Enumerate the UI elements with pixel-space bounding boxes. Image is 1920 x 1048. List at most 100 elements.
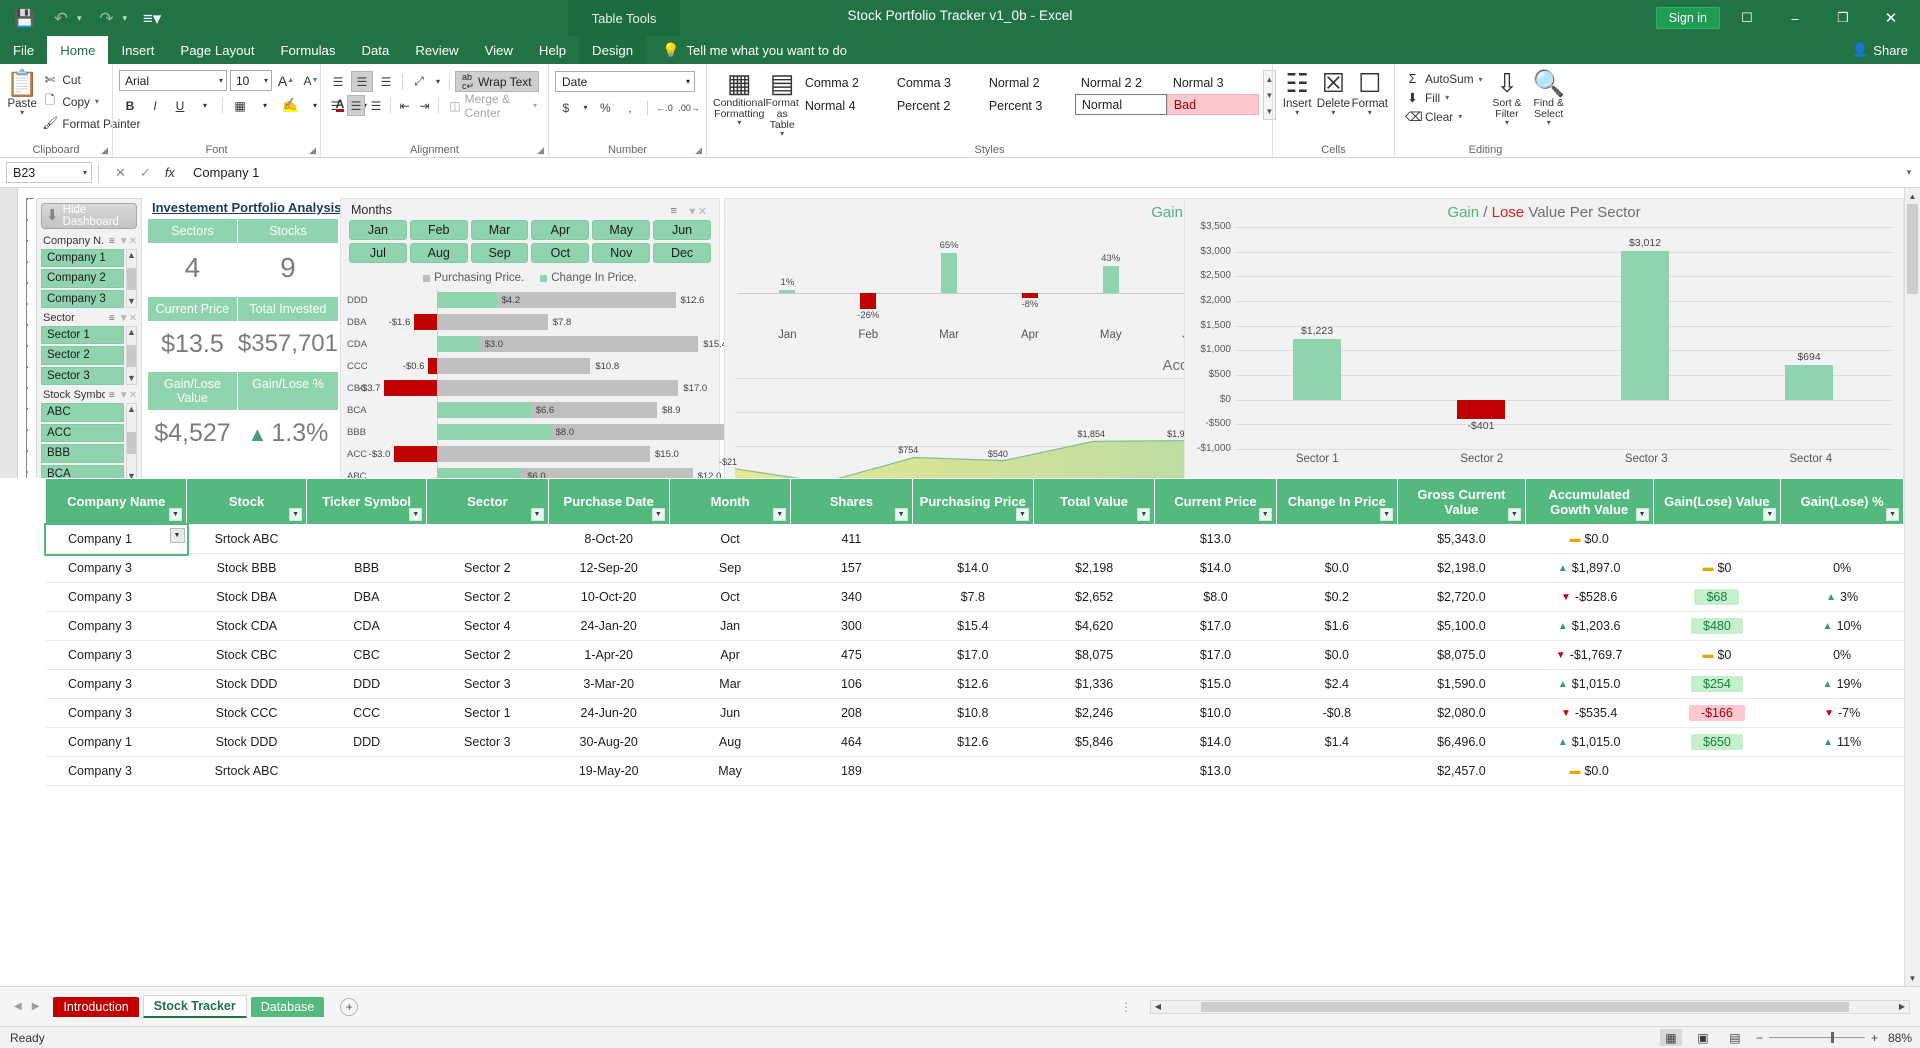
delete-cells-button[interactable]: ☒ Delete ▾: [1315, 67, 1351, 116]
cell-gain-lose-value[interactable]: ▬$0: [1653, 641, 1781, 670]
cell-sector[interactable]: Sector 1: [427, 699, 548, 728]
clear-filter-icon[interactable]: ▼✕: [119, 313, 137, 324]
cell-month[interactable]: Apr: [669, 641, 790, 670]
cell-company-name[interactable]: Company 3: [46, 612, 187, 641]
cell-accumulated-growth[interactable]: ▲$1,015.0: [1525, 728, 1653, 757]
zoom-slider[interactable]: − +: [1756, 1031, 1878, 1045]
autosum-dropdown-icon[interactable]: ▾: [1479, 75, 1483, 84]
month-sep[interactable]: Sep: [471, 243, 529, 263]
tab-data[interactable]: Data: [348, 36, 402, 64]
month-jul[interactable]: Jul: [349, 243, 407, 263]
tab-formulas[interactable]: Formulas: [267, 36, 348, 64]
copy-dropdown-icon[interactable]: ▾: [95, 97, 99, 106]
cell-change-in-price[interactable]: [1276, 757, 1397, 786]
tab-file[interactable]: File: [0, 36, 47, 64]
cell-gain-lose-value[interactable]: -$166: [1653, 699, 1781, 728]
sheet-nav-arrows[interactable]: ◀ ▶: [0, 1001, 53, 1012]
table-column-header[interactable]: Month▼: [669, 479, 790, 525]
clipboard-dialog-launcher[interactable]: ◢: [101, 145, 108, 156]
formula-input[interactable]: Company 1: [185, 162, 1898, 183]
month-aug[interactable]: Aug: [410, 243, 468, 263]
style-normal-selected[interactable]: Normal: [1075, 94, 1167, 115]
filter-dropdown-icon[interactable]: ▼: [1016, 508, 1029, 521]
cell-change-in-price[interactable]: $2.4: [1276, 670, 1397, 699]
table-row[interactable]: Company 3Stock CDACDASector 424-Jan-20Ja…: [0, 612, 1904, 641]
tab-page-layout[interactable]: Page Layout: [167, 36, 267, 64]
cell-change-in-price[interactable]: [1276, 525, 1397, 554]
cell-gross-current-value[interactable]: $8,075.0: [1398, 641, 1526, 670]
sheet-tab-database[interactable]: Database: [251, 997, 325, 1017]
align-left-button[interactable]: ☰: [327, 95, 345, 116]
clear-dropdown-icon[interactable]: ▾: [1458, 112, 1462, 121]
cell-purchasing-price[interactable]: $14.0: [912, 554, 1033, 583]
cell-gross-current-value[interactable]: $2,720.0: [1398, 583, 1526, 612]
cell-change-in-price[interactable]: $0.0: [1276, 641, 1397, 670]
merge-dropdown-icon[interactable]: ▾: [533, 101, 537, 110]
cell-gross-current-value[interactable]: $6,496.0: [1398, 728, 1526, 757]
sign-in-button[interactable]: Sign in: [1656, 7, 1720, 29]
cell-ticker[interactable]: [307, 525, 427, 554]
cell-shares[interactable]: 340: [791, 583, 912, 612]
cell-shares[interactable]: 475: [791, 641, 912, 670]
filter-dropdown-icon[interactable]: ▼: [1508, 508, 1521, 521]
scroll-down-icon[interactable]: ▼: [127, 374, 136, 383]
filter-dropdown-icon[interactable]: ▼: [1636, 508, 1649, 521]
merge-and-center-button[interactable]: ◫ Merge & Center ▾: [444, 95, 542, 116]
name-box[interactable]: B23 ▾: [6, 162, 92, 183]
share-button[interactable]: 👤 Share: [1852, 36, 1908, 64]
cell-purchase-date[interactable]: 8-Oct-20: [548, 525, 669, 554]
cell-gain-lose-pct[interactable]: [1781, 757, 1904, 786]
last-sheet-icon[interactable]: ▶: [32, 1001, 40, 1012]
slicer-item[interactable]: Company 1: [41, 249, 124, 267]
scroll-left-icon[interactable]: ◀: [1151, 1002, 1165, 1011]
cell-purchase-date[interactable]: 3-Mar-20: [548, 670, 669, 699]
slicer-scrollbar[interactable]: ▲ ▼: [126, 403, 137, 483]
table-row[interactable]: Company 1Stock DDDDDDSector 330-Aug-20Au…: [0, 728, 1904, 757]
scroll-up-icon[interactable]: ▲: [127, 251, 136, 260]
number-dialog-launcher[interactable]: ◢: [695, 145, 702, 156]
cell-gain-lose-value[interactable]: $254: [1653, 670, 1781, 699]
table-column-header[interactable]: Company Name▼: [46, 479, 187, 525]
tell-me-box[interactable]: 💡 Tell me what you want to do: [646, 36, 847, 64]
scroll-up-icon[interactable]: ▲: [127, 328, 136, 337]
cell-company-name[interactable]: Company 3: [46, 641, 187, 670]
cell-gain-lose-value[interactable]: $650: [1653, 728, 1781, 757]
filter-dropdown-icon[interactable]: ▼: [773, 508, 786, 521]
cell-gain-lose-pct[interactable]: ▲3%: [1781, 583, 1904, 612]
cell-month[interactable]: Jan: [669, 612, 790, 641]
table-column-header[interactable]: Gain(Lose) %▼: [1781, 479, 1904, 525]
cell-stock[interactable]: Stock CCC: [187, 699, 307, 728]
zoom-knob[interactable]: [1831, 1032, 1834, 1043]
table-column-header[interactable]: Gross Current Value▼: [1398, 479, 1526, 525]
italic-button[interactable]: I: [144, 95, 166, 116]
table-row[interactable]: Company 3Stock BBBBBBSector 212-Sep-20Se…: [0, 554, 1904, 583]
currency-dropdown-icon[interactable]: ▾: [580, 97, 592, 118]
cf-dropdown-icon[interactable]: ▾: [737, 120, 741, 126]
cell-current-price[interactable]: $13.0: [1155, 757, 1276, 786]
sort-and-filter-button[interactable]: ⇩ Sort & Filter ▾: [1487, 67, 1528, 126]
autosum-button[interactable]: Σ AutoSum ▾: [1401, 71, 1487, 87]
cell-purchasing-price[interactable]: $12.6: [912, 728, 1033, 757]
cell-sector[interactable]: Sector 2: [427, 554, 548, 583]
cell-current-price[interactable]: $13.0: [1155, 525, 1276, 554]
align-top-button[interactable]: ☰: [327, 71, 349, 92]
cell-ticker[interactable]: CDA: [307, 612, 427, 641]
expand-formula-bar-icon[interactable]: ▾: [1898, 167, 1920, 178]
cell-total-value[interactable]: $4,620: [1033, 612, 1154, 641]
cell-ticker[interactable]: [307, 757, 427, 786]
month-dec[interactable]: Dec: [653, 243, 711, 263]
cell-total-value[interactable]: [1033, 757, 1154, 786]
font-size-box[interactable]: 10 ▾: [230, 70, 272, 91]
clear-filter-icon[interactable]: ▼✕: [119, 236, 137, 247]
cell-change-in-price[interactable]: $1.4: [1276, 728, 1397, 757]
cell-sector[interactable]: Sector 2: [427, 641, 548, 670]
confirm-formula-icon[interactable]: ✓: [140, 165, 151, 181]
style-normal-2[interactable]: Normal 2: [983, 71, 1075, 94]
slicer-item[interactable]: ACC: [41, 424, 124, 443]
close-button[interactable]: ✕: [1870, 0, 1912, 36]
conditional-formatting-button[interactable]: ▦ Conditional Formatting ▾: [713, 67, 766, 126]
cell-ticker[interactable]: CBC: [307, 641, 427, 670]
tab-home[interactable]: Home: [47, 36, 108, 64]
scroll-up-icon[interactable]: ▲: [127, 405, 136, 414]
cell-gain-lose-pct[interactable]: ▼-7%: [1781, 699, 1904, 728]
